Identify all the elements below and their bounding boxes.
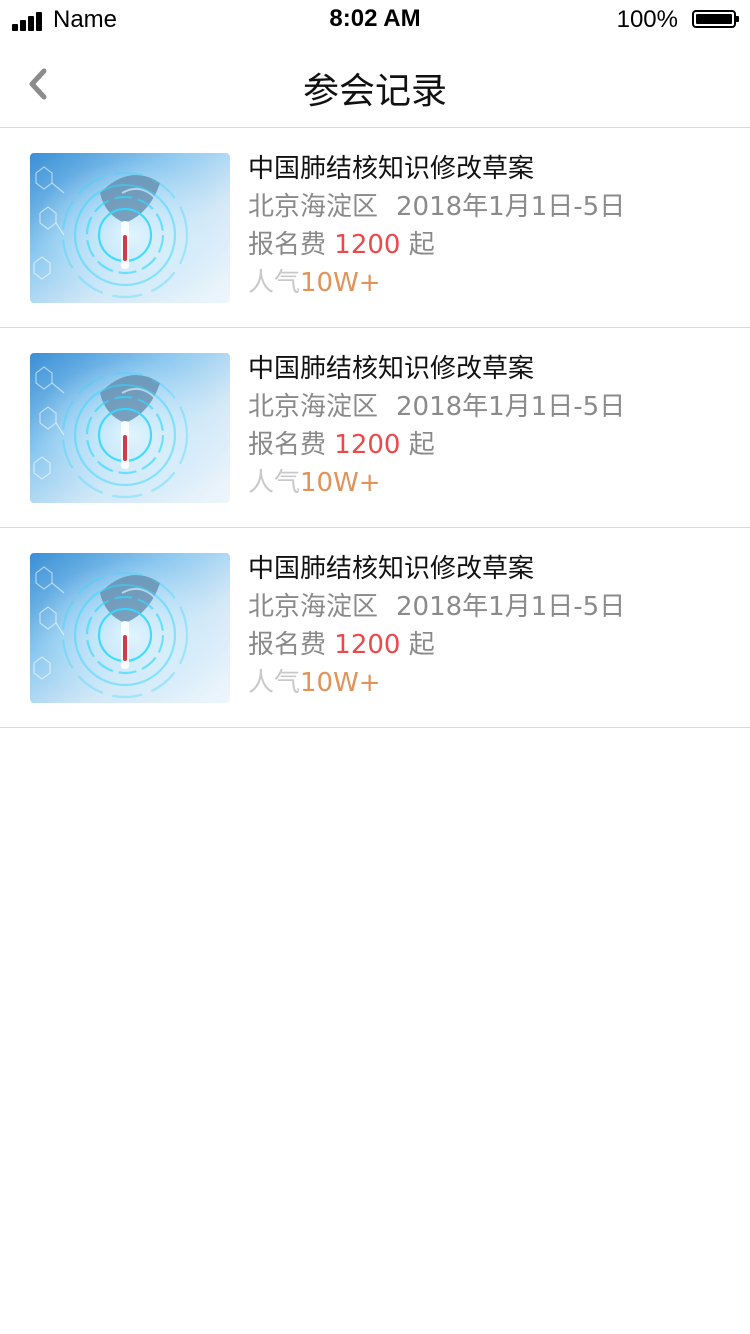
popularity-value: 10W+ <box>300 468 381 498</box>
conference-title: 中国肺结核知识修改草案 <box>248 354 535 384</box>
fee-suffix: 起 <box>408 230 435 260</box>
battery-icon <box>692 10 739 28</box>
fee-label: 报名费 <box>248 430 327 460</box>
popularity-label: 人气 <box>248 668 301 698</box>
conference-title: 中国肺结核知识修改草案 <box>248 154 535 184</box>
popularity-label: 人气 <box>248 468 301 498</box>
conference-record-list: 中国肺结核知识修改草案 北京海淀区 2018年1月1日-5日 报名费 1200 起… <box>0 128 750 728</box>
battery-percentage: 100% <box>616 6 678 33</box>
conference-date: 2018年1月1日-5日 <box>396 192 626 222</box>
conference-title: 中国肺结核知识修改草案 <box>248 554 535 584</box>
conference-location: 北京海淀区 <box>248 192 379 222</box>
conference-date: 2018年1月1日-5日 <box>396 592 626 622</box>
fee-value: 1200 <box>334 430 401 460</box>
popularity-label: 人气 <box>248 268 301 298</box>
fee-suffix: 起 <box>408 630 435 660</box>
list-item[interactable]: 中国肺结核知识修改草案 北京海淀区 2018年1月1日-5日 报名费 1200 起… <box>0 528 750 728</box>
popularity-value: 10W+ <box>300 268 381 298</box>
conference-thumbnail <box>30 553 230 703</box>
fee-value: 1200 <box>334 630 401 660</box>
conference-thumbnail <box>30 153 230 303</box>
list-item[interactable]: 中国肺结核知识修改草案 北京海淀区 2018年1月1日-5日 报名费 1200 起… <box>0 128 750 328</box>
fee-value: 1200 <box>334 230 401 260</box>
page-title: 参会记录 <box>302 71 447 112</box>
navigation-bar: 参会记录 <box>0 40 750 128</box>
conference-thumbnail <box>30 353 230 503</box>
conference-location: 北京海淀区 <box>248 392 379 422</box>
conference-location: 北京海淀区 <box>248 592 379 622</box>
fee-label: 报名费 <box>248 630 327 660</box>
list-item[interactable]: 中国肺结核知识修改草案 北京海淀区 2018年1月1日-5日 报名费 1200 起… <box>0 328 750 528</box>
status-bar: Name 8:02 AM 100% <box>0 0 750 40</box>
conference-date: 2018年1月1日-5日 <box>396 392 626 422</box>
popularity-value: 10W+ <box>300 668 381 698</box>
fee-label: 报名费 <box>248 230 327 260</box>
fee-suffix: 起 <box>408 430 435 460</box>
